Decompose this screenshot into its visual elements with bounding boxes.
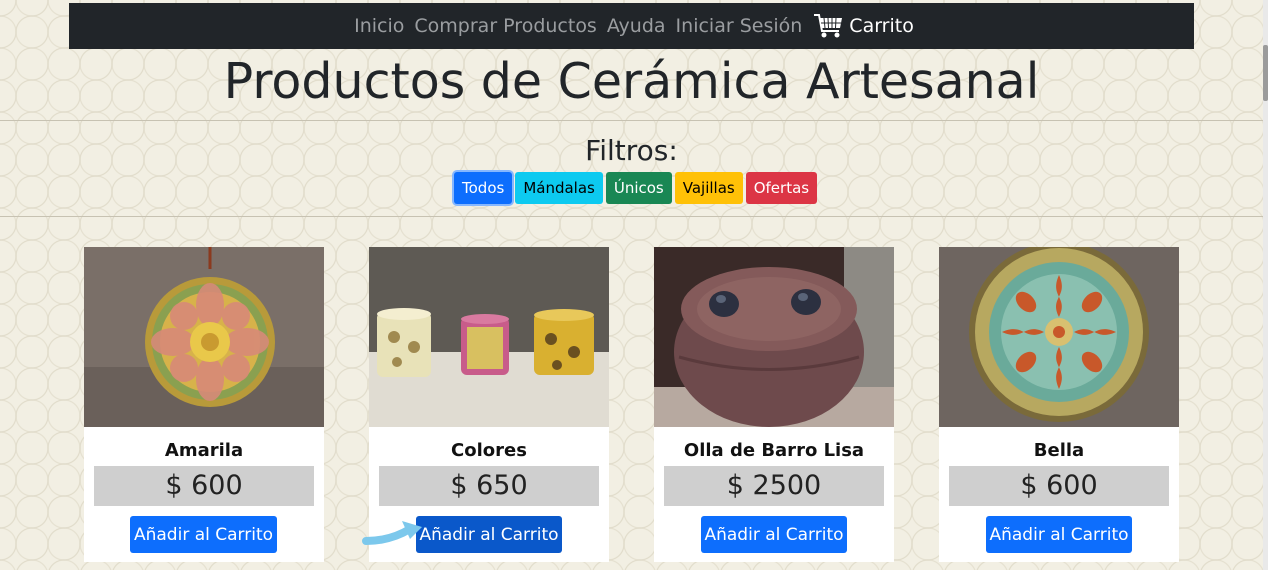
product-price: $ 2500 [664,466,884,506]
product-image[interactable] [369,247,609,427]
product-name: Olla de Barro Lisa [683,440,865,461]
product-image[interactable] [654,247,894,427]
filters-label: Filtros: [585,134,678,167]
product-price: $ 600 [949,466,1169,506]
page-title: Productos de Cerámica Artesanal [223,53,1040,110]
product-image[interactable] [84,247,324,427]
nav-ayuda[interactable]: Ayuda [607,15,666,37]
product-card: Bella $ 600 Añadir al Carrito [939,247,1179,562]
filter-vajillas[interactable]: Vajillas [674,172,743,204]
filter-todos[interactable]: Todos [454,172,513,204]
product-image[interactable] [939,247,1179,427]
divider [0,120,1263,121]
nav-comprar-productos[interactable]: Comprar Productos [414,15,596,37]
add-to-cart-button[interactable]: Añadir al Carrito [416,516,562,553]
add-to-cart-button[interactable]: Añadir al Carrito [701,516,847,553]
pointer-arrow-icon [362,521,422,545]
product-price: $ 600 [94,466,314,506]
product-name: Colores [451,440,527,461]
filter-buttons: Todos Mándalas Únicos Vajillas Ofertas [454,172,818,204]
product-name: Bella [1033,440,1085,461]
add-to-cart-button[interactable]: Añadir al Carrito [986,516,1132,553]
product-card: Olla de Barro Lisa $ 2500 Añadir al Carr… [654,247,894,562]
add-to-cart-button[interactable]: Añadir al Carrito [130,516,277,553]
product-name: Amarila [164,440,244,461]
nav-inicio[interactable]: Inicio [354,15,404,37]
product-card: Amarila $ 600 Añadir al Carrito [84,247,324,562]
nav-iniciar-sesion[interactable]: Iniciar Sesión [676,15,803,37]
nav-carrito[interactable]: Carrito [813,13,914,39]
top-navbar: Inicio Comprar Productos Ayuda Iniciar S… [69,3,1194,49]
filter-mandalas[interactable]: Mándalas [515,172,603,204]
product-price: $ 650 [379,466,599,506]
filter-ofertas[interactable]: Ofertas [745,172,818,204]
nav-carrito-label: Carrito [849,15,914,37]
shopping-cart-icon [814,14,843,38]
product-card: Colores $ 650 Añadir al Carrito [369,247,609,562]
scrollbar-thumb[interactable] [1263,45,1268,101]
filter-unicos[interactable]: Únicos [605,172,672,204]
divider [0,216,1263,217]
